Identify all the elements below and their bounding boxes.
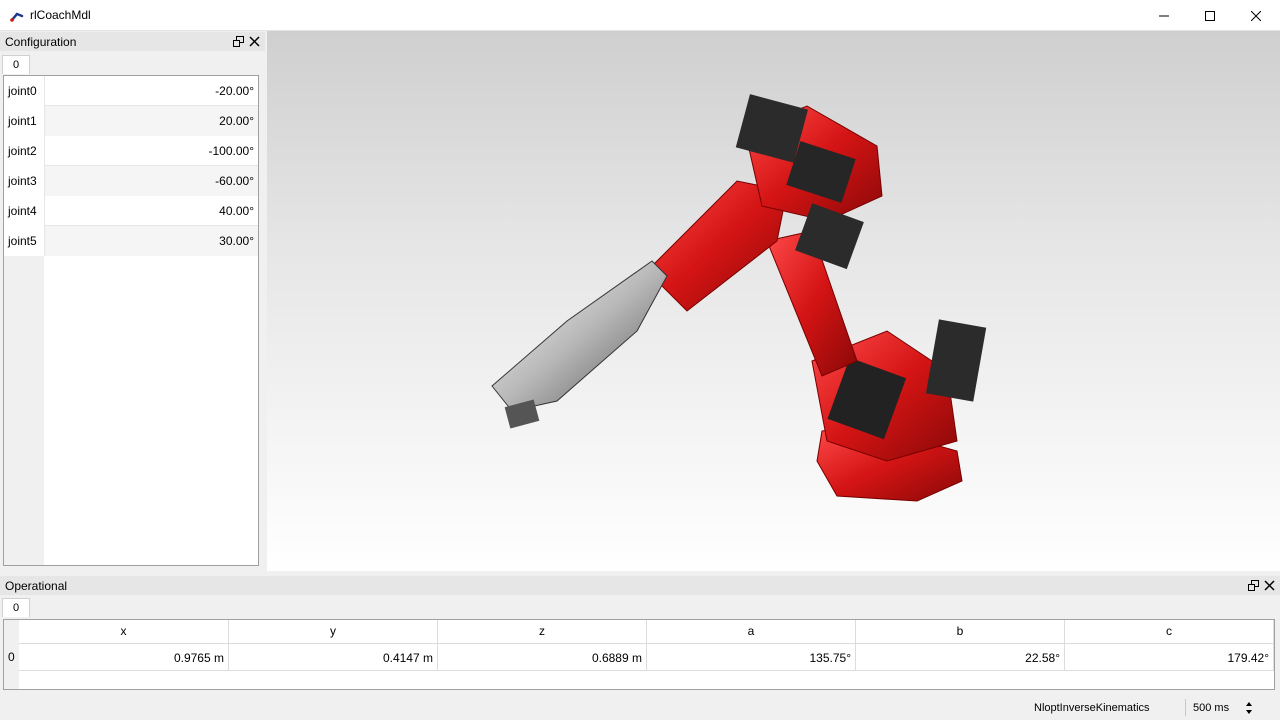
operational-value[interactable]: 0.6889 m xyxy=(438,643,647,671)
joint-label: joint2 xyxy=(4,136,44,166)
joint-row: joint1 20.00° xyxy=(4,106,258,136)
operational-value[interactable]: 135.75° xyxy=(647,643,856,671)
window-title: rlCoachMdl xyxy=(30,8,91,22)
operational-value[interactable]: 0.9765 m xyxy=(19,643,229,671)
joint-label: joint1 xyxy=(4,106,44,136)
joint-value[interactable]: -100.00° xyxy=(44,136,258,166)
configuration-table: joint0 -20.00° joint1 20.00° joint2 -100… xyxy=(3,75,259,566)
configuration-dock-header: Configuration xyxy=(0,32,265,51)
column-header: b xyxy=(856,620,1065,643)
column-header: a xyxy=(647,620,856,643)
joint-value[interactable]: -60.00° xyxy=(44,166,258,196)
joint-value[interactable]: 40.00° xyxy=(44,196,258,226)
joint-label: joint4 xyxy=(4,196,44,226)
spin-arrows-icon[interactable] xyxy=(1245,701,1253,715)
operational-value[interactable]: 22.58° xyxy=(856,643,1065,671)
status-bar: NloptInverseKinematics 500 ms xyxy=(0,695,1280,720)
operational-dock-header: Operational xyxy=(0,576,1280,595)
joint-row: joint4 40.00° xyxy=(4,196,258,226)
3d-viewer[interactable] xyxy=(267,31,1280,571)
joint-row: joint5 30.00° xyxy=(4,226,258,256)
kinematics-plugin-label: NloptInverseKinematics xyxy=(1034,702,1150,714)
configuration-tab-0[interactable]: 0 xyxy=(2,55,30,74)
update-interval-spinbox[interactable]: 500 ms xyxy=(1193,702,1229,714)
joint-label: joint0 xyxy=(4,76,44,106)
maximize-icon xyxy=(1205,10,1215,21)
close-icon[interactable] xyxy=(249,36,260,47)
status-separator xyxy=(1185,699,1186,716)
minimize-button[interactable] xyxy=(1141,0,1187,31)
close-button[interactable] xyxy=(1233,0,1279,31)
configuration-dock-title: Configuration xyxy=(5,35,77,49)
row-label: 0 xyxy=(8,650,15,664)
operational-table: 0 x y z a b c 0.9765 m 0.4147 m 0.6889 m… xyxy=(3,619,1275,690)
joint-value[interactable]: -20.00° xyxy=(44,76,258,106)
joint-label: joint5 xyxy=(4,226,44,256)
joint-label: joint3 xyxy=(4,166,44,196)
column-header: y xyxy=(229,620,438,643)
close-icon[interactable] xyxy=(1264,580,1275,591)
operational-dock-title: Operational xyxy=(5,579,68,593)
joint-value[interactable]: 30.00° xyxy=(44,226,258,256)
minimize-icon xyxy=(1159,15,1169,16)
column-header: z xyxy=(438,620,647,643)
operational-value[interactable]: 179.42° xyxy=(1065,643,1274,671)
joint-value[interactable]: 20.00° xyxy=(44,106,258,136)
float-icon[interactable] xyxy=(233,36,244,47)
operational-tab-0[interactable]: 0 xyxy=(2,598,30,617)
joint-row: joint0 -20.00° xyxy=(4,76,258,106)
close-icon xyxy=(1251,10,1261,21)
column-header: x xyxy=(19,620,229,643)
joint-row: joint2 -100.00° xyxy=(4,136,258,166)
maximize-button[interactable] xyxy=(1187,0,1233,31)
joint-row: joint3 -60.00° xyxy=(4,166,258,196)
robot-model xyxy=(491,94,987,502)
operational-value[interactable]: 0.4147 m xyxy=(229,643,438,671)
robot-arm-icon xyxy=(10,12,24,22)
column-header: c xyxy=(1065,620,1274,643)
title-bar: rlCoachMdl xyxy=(0,0,1280,31)
float-icon[interactable] xyxy=(1248,580,1259,591)
